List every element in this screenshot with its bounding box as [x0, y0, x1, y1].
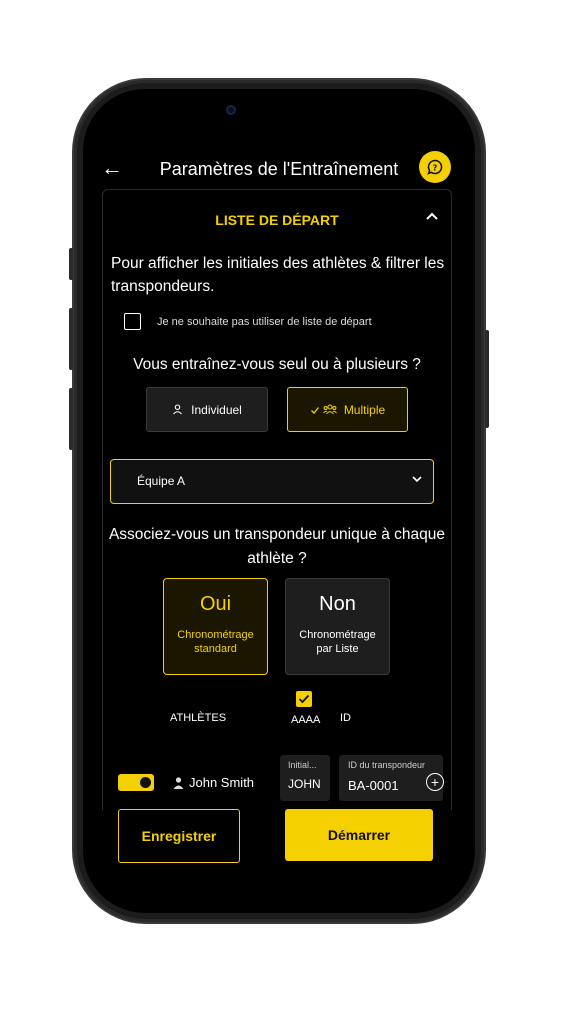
transponder-question: Associez-vous un transpondeur unique à c… [108, 526, 446, 567]
team-select[interactable]: Équipe A [110, 459, 434, 504]
list-timing-subtitle: Chronométrage par Liste [299, 629, 376, 655]
multiple-button[interactable]: Multiple [287, 387, 408, 432]
start-button[interactable]: Démarrer [285, 809, 433, 861]
chevron-down-icon [411, 472, 423, 486]
phone-frame: ← Paramètres de l'Entraînement ? LISTE D… [69, 80, 489, 922]
phone-power-button [485, 330, 489, 428]
initials-field-value: JOHN [288, 777, 321, 791]
list-timing-option[interactable]: Non Chronométrage par Liste [285, 578, 390, 675]
initials-field[interactable]: Initial... JOHN [280, 755, 330, 801]
start-list-card: LISTE DE DÉPART Pour afficher les initia… [102, 189, 452, 810]
screen: ← Paramètres de l'Entraînement ? LISTE D… [83, 89, 475, 913]
phone-volume-down [69, 388, 73, 450]
top-bar: ← Paramètres de l'Entraînement ? [83, 151, 475, 191]
initials-field-label: Initial... [288, 760, 317, 770]
individual-label: Individuel [191, 402, 242, 417]
multiple-label: Multiple [343, 402, 386, 417]
phone-side-button [69, 248, 73, 280]
section-title: LISTE DE DÉPART [215, 212, 339, 228]
id-column-header: ID [340, 712, 351, 724]
intro-text: Pour afficher les initiales des athlètes… [111, 255, 445, 295]
chevron-up-icon[interactable] [425, 208, 439, 226]
group-icon [322, 404, 337, 415]
save-button[interactable]: Enregistrer [118, 809, 240, 863]
select-all-checkbox[interactable] [296, 691, 312, 707]
team-select-value: Équipe A [137, 474, 186, 488]
no-start-list-checkbox[interactable] [124, 313, 141, 330]
athlete-toggle[interactable] [118, 774, 154, 791]
transponder-field-label: ID du transpondeur [348, 760, 426, 770]
transponder-field-value: BA-0001 [348, 778, 399, 793]
list-timing-title: Non [319, 593, 356, 615]
standard-timing-subtitle: Chronométrage standard [177, 629, 254, 655]
initials-column-header: AAAA [291, 714, 321, 726]
person-icon [173, 776, 184, 789]
training-mode-question: Vous entraînez-vous seul ou à plusieurs … [133, 356, 421, 373]
plus-circle-icon[interactable]: + [426, 773, 444, 791]
page-title: Paramètres de l'Entraînement [159, 159, 399, 179]
front-camera [226, 105, 236, 115]
athlete-name: John Smith [173, 775, 254, 790]
transponder-field[interactable]: ID du transpondeur BA-0001 + [339, 755, 444, 801]
athletes-header: ATHLÈTES [170, 712, 227, 724]
standard-timing-option[interactable]: Oui Chronométrage standard [163, 578, 268, 675]
standard-timing-title: Oui [199, 593, 232, 615]
phone-volume-up [69, 308, 73, 370]
person-icon [172, 404, 183, 415]
no-start-list-label: Je ne souhaite pas utiliser de liste de … [157, 315, 372, 328]
check-icon [310, 405, 320, 415]
individual-button[interactable]: Individuel [146, 387, 268, 432]
athlete-name-text: John Smith [189, 775, 255, 790]
chat-help-icon[interactable]: ? [419, 151, 451, 183]
no-start-list-option[interactable]: Je ne souhaite pas utiliser de liste de … [124, 313, 372, 330]
svg-text:?: ? [433, 163, 438, 172]
